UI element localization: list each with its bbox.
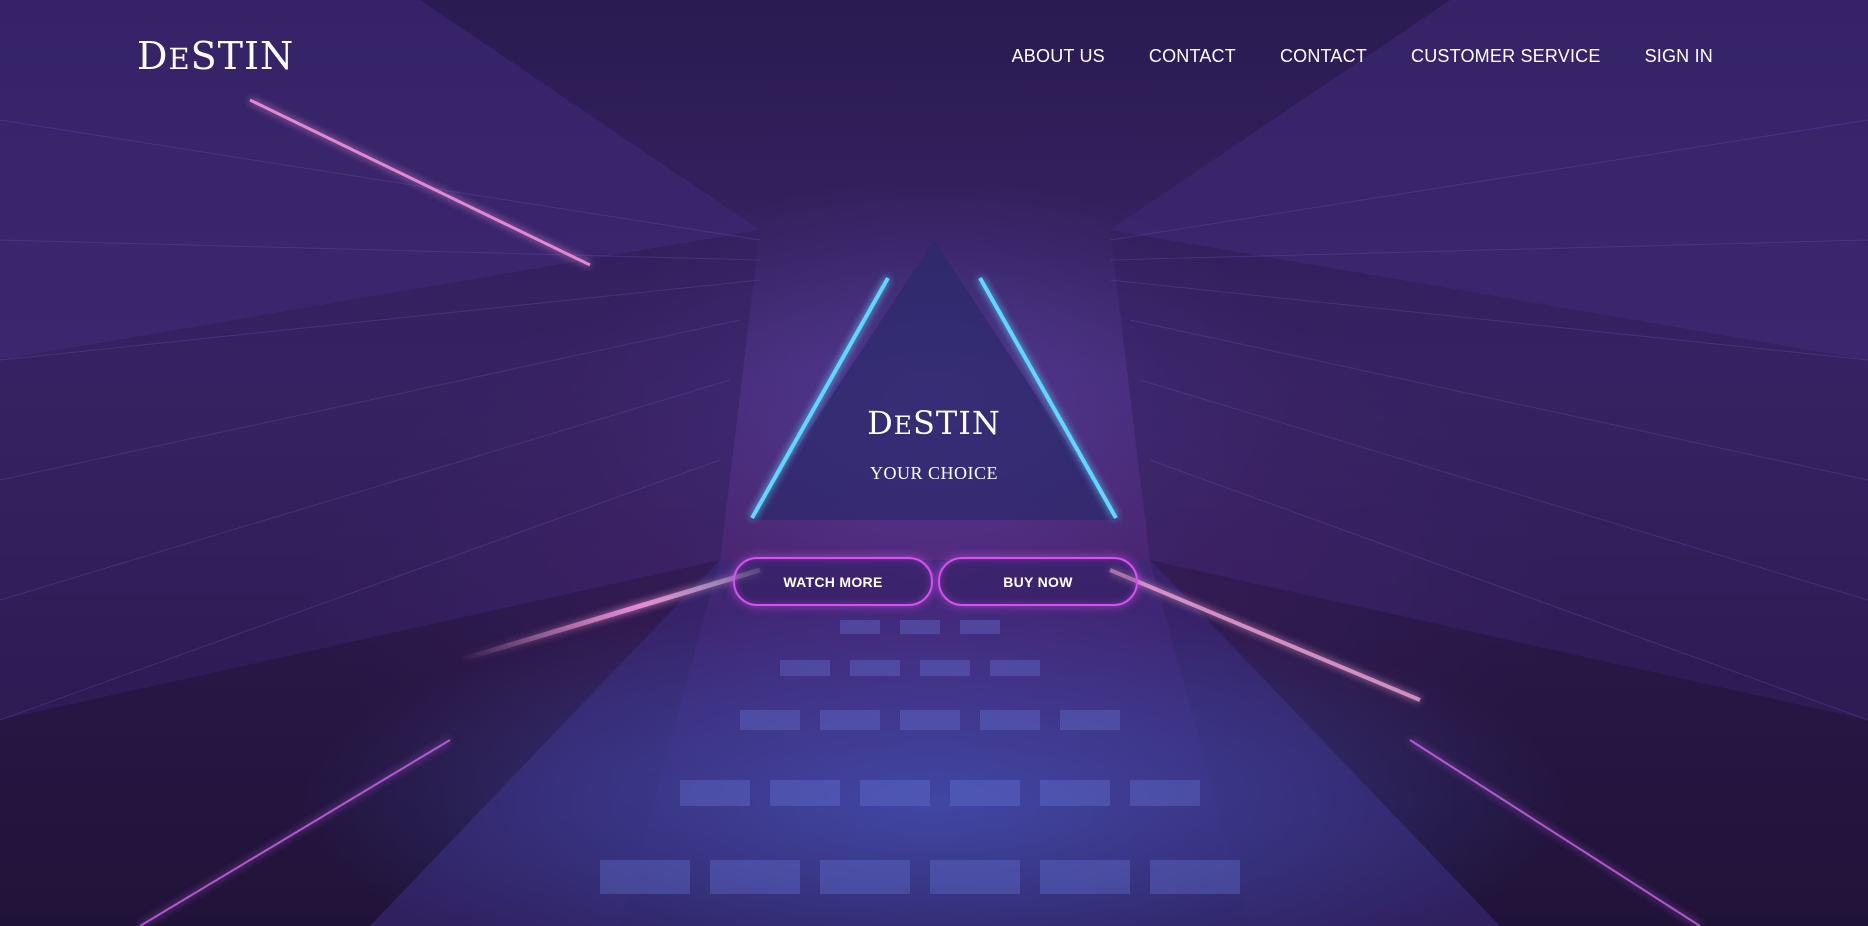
- buy-now-button[interactable]: BUY NOW: [938, 557, 1138, 606]
- nav-customer-service[interactable]: CUSTOMER SERVICE: [1411, 46, 1601, 67]
- nav-contact-2[interactable]: CONTACT: [1280, 46, 1367, 67]
- hero-tagline: YOUR CHOICE: [869, 463, 998, 483]
- hero-title-rest: STIN: [913, 404, 1001, 442]
- nav-sign-in[interactable]: SIGN IN: [1645, 46, 1713, 67]
- main-nav: ABOUT US CONTACT CONTACT CUSTOMER SERVIC…: [1012, 46, 1713, 67]
- site-logo[interactable]: DESTIN: [137, 34, 294, 78]
- logo-letter-first: D: [137, 34, 169, 78]
- nav-about-us[interactable]: ABOUT US: [1012, 46, 1105, 67]
- hero-title: DESTIN: [0, 404, 1868, 442]
- page: DESTIN ABOUT US CONTACT CONTACT CUSTOMER…: [0, 0, 1868, 926]
- nav-contact[interactable]: CONTACT: [1149, 46, 1236, 67]
- logo-letter-small: E: [168, 42, 191, 76]
- logo-rest: STIN: [190, 34, 295, 78]
- hero-title-first: D: [867, 404, 894, 442]
- watch-more-button[interactable]: WATCH MORE: [733, 557, 933, 606]
- hero-title-small: E: [893, 411, 913, 440]
